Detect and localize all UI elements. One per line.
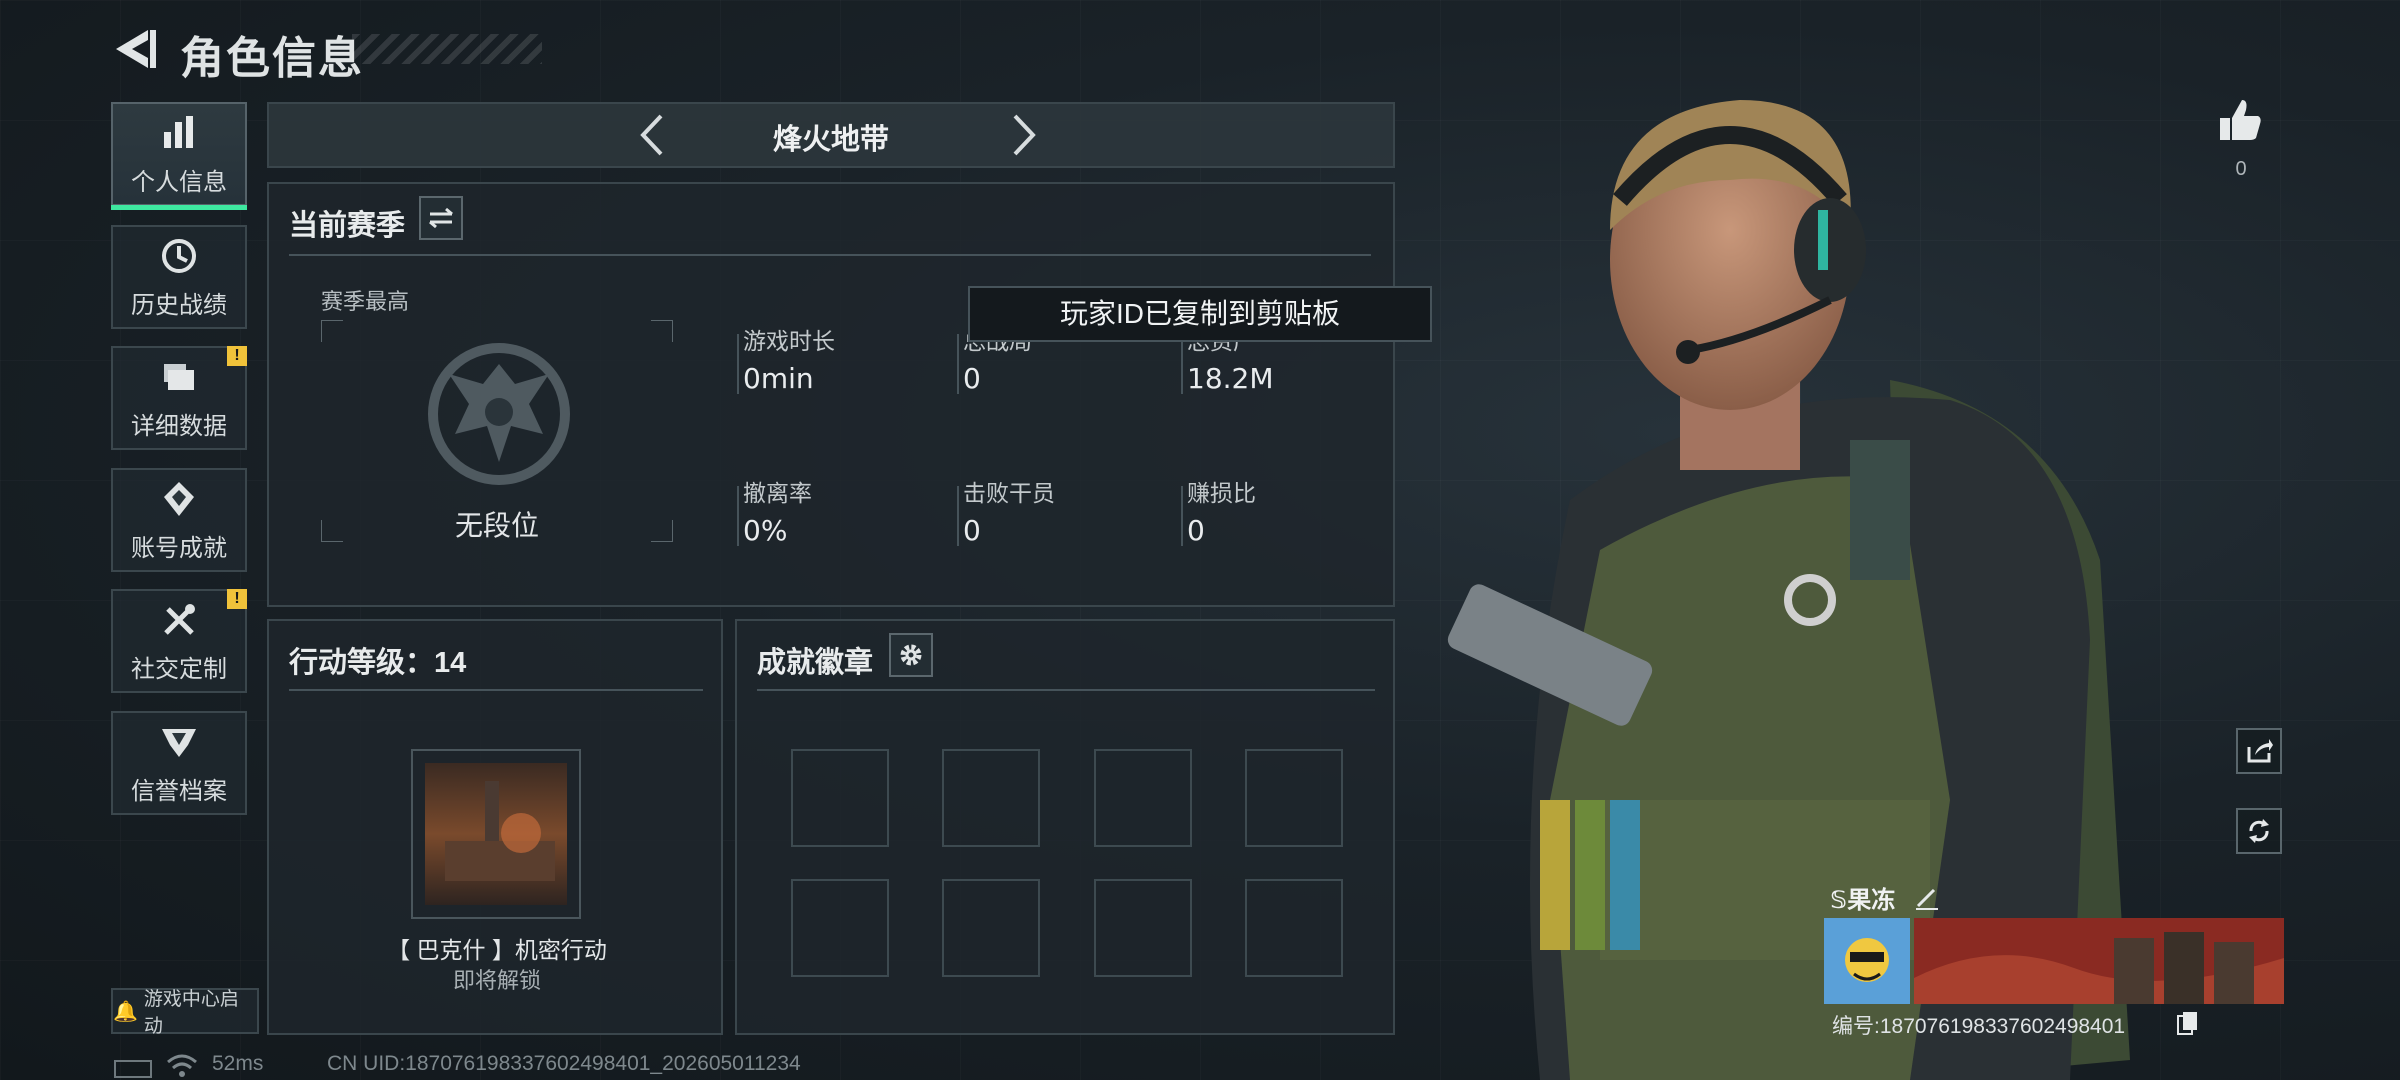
wifi-icon <box>167 1054 197 1077</box>
copy-id-button[interactable] <box>2176 1010 2200 1036</box>
season-best-label: 赛季最高 <box>321 289 410 314</box>
folder-icon <box>164 363 194 390</box>
game-center-launch-button[interactable]: 🔔 游戏中心启动 <box>111 988 259 1037</box>
thumbs-up-icon <box>2220 100 2261 140</box>
rank-name: 无段位 <box>454 510 539 541</box>
share-button[interactable] <box>2236 728 2282 774</box>
stat-value: 0 <box>963 362 981 395</box>
alert-badge: ! <box>227 589 247 609</box>
back-button[interactable] <box>108 26 158 72</box>
mission-thumbnail[interactable] <box>411 749 581 919</box>
stat-value: 0% <box>743 514 788 547</box>
swap-icon <box>429 207 453 229</box>
ping-value: 52ms <box>212 1052 264 1075</box>
level-title: 行动等级：14 <box>289 647 467 679</box>
player-banner <box>1914 918 2284 1004</box>
refresh-icon <box>2249 819 2269 843</box>
battery-icon <box>114 1060 152 1078</box>
stat-value: 0 <box>963 514 981 547</box>
like-count: 0 <box>2235 158 2247 180</box>
player-name-row: 𝕊果冻 <box>1830 880 1895 915</box>
stat-separator <box>737 334 739 394</box>
badge-slot[interactable] <box>1094 879 1192 977</box>
stat-label: 赚损比 <box>1187 480 1256 506</box>
badge-slot[interactable] <box>942 879 1040 977</box>
copy-toast: 玩家ID已复制到剪贴板 <box>968 286 1432 342</box>
season-title: 当前赛季 <box>289 210 406 242</box>
nav-label: 信誉档案 <box>131 777 227 805</box>
stat-separator <box>1181 334 1183 394</box>
share-icon <box>2247 739 2273 763</box>
nav-label: 详细数据 <box>131 412 227 440</box>
badge-slot[interactable] <box>1094 749 1192 847</box>
nav-item-account-achievements[interactable]: 账号成就 <box>111 468 247 572</box>
mode-next-button[interactable] <box>997 110 1047 160</box>
nav-item-credit-profile[interactable]: 信誉档案 <box>111 711 247 815</box>
like-button[interactable] <box>2216 96 2266 146</box>
nav-label: 社交定制 <box>131 655 227 683</box>
mission-name: 【 巴克什 】机密行动 <box>387 937 607 963</box>
stat-value: 0 <box>1187 514 1205 547</box>
rank-emblem-icon <box>428 343 570 485</box>
level-panel: 行动等级：14 【 巴克什 】机密行动 即将解锁 <box>267 619 723 1035</box>
stat-separator <box>1181 486 1183 546</box>
nav-label: 历史战绩 <box>131 291 227 319</box>
pencil-icon <box>1916 888 1938 910</box>
level-divider <box>289 689 703 691</box>
stat-value: 0min <box>743 362 814 395</box>
player-id: 编号:187076198337602498401 <box>1832 1015 2126 1038</box>
stat-label: 击败干员 <box>963 480 1055 506</box>
copy-icon <box>2177 1012 2197 1035</box>
badge-slot[interactable] <box>1245 749 1343 847</box>
stat-separator <box>957 334 959 394</box>
stat-separator <box>737 486 739 546</box>
name-prefix: 𝕊 <box>1830 887 1848 914</box>
badge-slot[interactable] <box>791 879 889 977</box>
season-panel: 当前赛季 赛季最高 无段位 游戏时长 0min 总战局 0 总资产 18.2M … <box>267 182 1395 607</box>
banner-image <box>1914 918 2284 1004</box>
game-center-label: 游戏中心启动 <box>143 989 239 1037</box>
badge-slot[interactable] <box>1245 879 1343 977</box>
page-title: 角色信息 <box>180 34 364 83</box>
avatar-image <box>1824 918 1910 1004</box>
achievement-diamond-icon <box>164 481 194 516</box>
nav-item-history[interactable]: 历史战绩 <box>111 225 247 329</box>
mission-status: 即将解锁 <box>452 968 541 993</box>
mode-title: 烽火地带 <box>772 124 889 156</box>
badges-title: 成就徽章 <box>757 647 874 679</box>
player-name: 果冻 <box>1847 887 1896 914</box>
mode-selector: 烽火地带 <box>267 102 1395 168</box>
nav-item-detailed-data[interactable]: ! 详细数据 <box>111 346 247 450</box>
stat-separator <box>957 486 959 546</box>
season-divider <box>289 254 1371 256</box>
stat-value: 18.2M <box>1187 362 1274 395</box>
refresh-button[interactable] <box>2236 808 2282 854</box>
history-clock-icon <box>162 238 196 273</box>
shield-rank-icon <box>162 728 196 757</box>
tools-icon <box>164 603 195 635</box>
title-decoration <box>352 34 542 64</box>
edit-name-button[interactable] <box>1912 882 1942 912</box>
bell-icon: 🔔 <box>113 1000 138 1023</box>
nav-item-social-customize[interactable]: ! 社交定制 <box>111 589 247 693</box>
player-avatar[interactable] <box>1824 918 1910 1004</box>
nav-label: 账号成就 <box>131 534 227 562</box>
back-arrow-icon <box>116 30 156 68</box>
chevron-right-icon <box>1013 114 1036 156</box>
alert-badge: ! <box>227 346 247 366</box>
badge-slot[interactable] <box>791 749 889 847</box>
nav-item-personal-info[interactable]: 个人信息 <box>111 102 247 210</box>
uid-text: CN UID:187076198337602498401_20260501123… <box>327 1052 801 1075</box>
stat-label: 撤离率 <box>743 480 812 506</box>
stat-label: 游戏时长 <box>743 328 835 354</box>
badges-settings-button[interactable] <box>889 633 933 677</box>
bar-chart-icon <box>164 115 193 148</box>
badge-slot[interactable] <box>942 749 1040 847</box>
mission-image <box>425 763 567 905</box>
nav-label: 个人信息 <box>131 168 227 196</box>
badges-panel: 成就徽章 <box>735 619 1395 1035</box>
gear-icon <box>900 644 922 666</box>
badges-divider <box>757 689 1375 691</box>
season-switch-button[interactable] <box>419 196 463 240</box>
